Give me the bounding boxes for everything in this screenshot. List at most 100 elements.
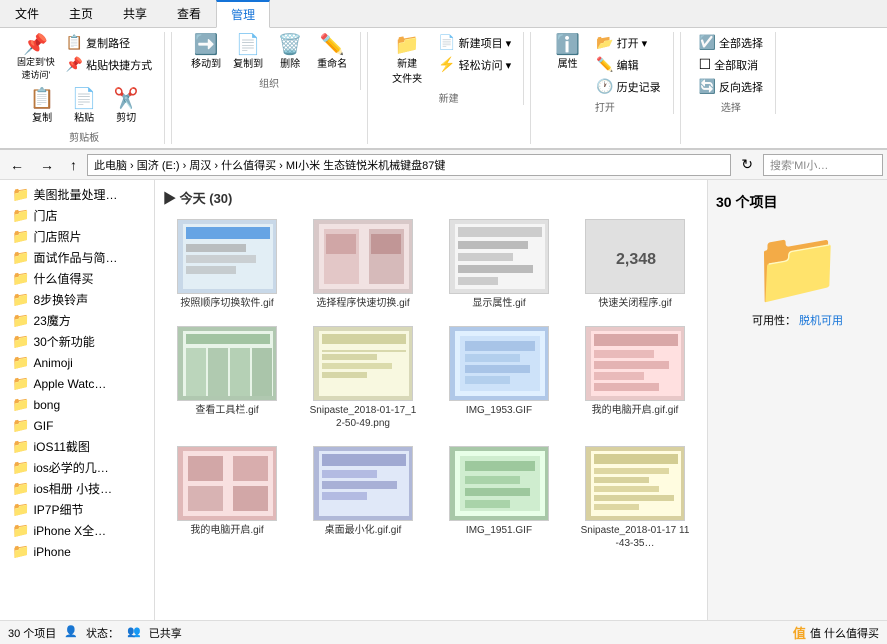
move-to-button[interactable]: ➡️ 移动到 [186,32,226,73]
sidebar-item-16[interactable]: 📁 iPhone X全… [0,520,154,541]
copy-button[interactable]: 📋 复制 [22,86,62,127]
thumb-svg-10 [450,446,548,521]
properties-button[interactable]: ℹ️ 属性 [545,32,590,73]
file-item-4[interactable]: 查看工具栏.gif [163,322,291,434]
search-box[interactable]: 搜索'MI小… [763,154,883,176]
open-label: 打开 ▾ [617,35,648,51]
sidebar-item-9[interactable]: 📁 Apple Watc… [0,373,154,394]
statusbar-state-icon: 👤 [64,625,78,641]
copy-to-button[interactable]: 📄 复制到 [228,32,268,73]
statusbar-share-label: 已共享 [149,625,182,641]
select-all-button[interactable]: ☑️ 全部选择 [695,32,767,53]
sidebar-item-2[interactable]: 📁 门店照片 [0,226,154,247]
folder-icon-12: 📁 [12,438,29,455]
file-name-5: Snipaste_2018-01-17_12-50-49.png [308,404,418,430]
file-item-10[interactable]: IMG_1951.GIF [435,442,563,554]
file-thumb-9 [313,446,413,521]
rename-button[interactable]: ✏️ 重命名 [312,32,352,73]
easy-access-button[interactable]: ⚡ 轻松访问 ▾ [434,54,515,75]
file-item-5[interactable]: Snipaste_2018-01-17_12-50-49.png [299,322,427,434]
new-folder-button[interactable]: 📁 新建文件夹 [382,32,432,88]
statusbar-left: 30 个项目 👤 状态： 👥 已共享 [8,625,182,641]
paste-button[interactable]: 📄 粘贴 [64,86,104,127]
sidebar-item-10[interactable]: 📁 bong [0,394,154,415]
file-item-0[interactable]: 按照顺序切换软件.gif [163,215,291,314]
delete-button[interactable]: 🗑️ 删除 [270,32,310,73]
sidebar-item-6[interactable]: 📁 23魔方 [0,310,154,331]
file-item-7[interactable]: 我的电脑开启.gif.gif [571,322,699,434]
sidebar-label-16: iPhone X全… [33,522,106,539]
thumb-svg-6 [450,326,548,401]
file-item-8[interactable]: 我的电脑开启.gif [163,442,291,554]
sidebar: 📁 美图批量处理… 📁 门店 📁 门店照片 📁 面试作品与简… 📁 什么值得买 … [0,180,155,620]
pin-icon: 📌 [23,35,48,55]
sidebar-item-1[interactable]: 📁 门店 [0,205,154,226]
tab-home[interactable]: 主页 [54,0,108,27]
thumb-svg-8 [178,446,276,521]
up-button[interactable]: ↑ [64,154,83,176]
invert-selection-button[interactable]: 🔄 反向选择 [695,76,767,97]
ribbon-group-open: ℹ️ 属性 📂 打开 ▾ ✏️ 编辑 🕐 历史记录 [537,32,673,114]
edit-button[interactable]: ✏️ 编辑 [592,54,664,75]
sidebar-item-7[interactable]: 📁 30个新功能 [0,331,154,352]
back-button[interactable]: ← [4,154,30,176]
rightpanel-count: 30 个项目 [716,192,879,212]
tab-manage[interactable]: 管理 [216,0,270,28]
sidebar-item-11[interactable]: 📁 GIF [0,415,154,436]
svg-text:2,348: 2,348 [616,251,656,268]
pin-button[interactable]: 📌 固定到'快速访问' [12,32,60,84]
file-item-6[interactable]: IMG_1953.GIF [435,322,563,434]
new-item-button[interactable]: 📄 新建项目 ▾ [434,32,515,53]
file-name-3: 快速关闭程序.gif [598,297,671,310]
open-button[interactable]: 📂 打开 ▾ [592,32,664,53]
select-all-label: 全部选择 [719,35,763,51]
tab-view[interactable]: 查看 [162,0,216,27]
tab-share[interactable]: 共享 [108,0,162,27]
paste-label: 粘贴 [74,109,94,124]
file-item-3[interactable]: 2,348 快速关闭程序.gif [571,215,699,314]
forward-button[interactable]: → [34,154,60,176]
divider-1 [171,32,172,144]
sidebar-item-15[interactable]: 📁 IP7P细节 [0,499,154,520]
tab-file[interactable]: 文件 [0,0,54,27]
deselect-all-label: 全部取消 [714,57,758,73]
sidebar-item-5[interactable]: 📁 8步换铃声 [0,289,154,310]
sidebar-item-4[interactable]: 📁 什么值得买 [0,268,154,289]
cut-button[interactable]: ✂️ 剪切 [106,86,146,127]
history-button[interactable]: 🕐 历史记录 [592,76,664,97]
sidebar-item-0[interactable]: 📁 美图批量处理… [0,184,154,205]
sidebar-item-3[interactable]: 📁 面试作品与简… [0,247,154,268]
refresh-button[interactable]: ↻ [735,153,759,176]
open-icon: 📂 [596,34,613,51]
sidebar-item-8[interactable]: 📁 Animoji [0,352,154,373]
easy-access-icon: ⚡ [438,56,455,73]
folder-icon-0: 📁 [12,186,29,203]
new-folder-label: 新建文件夹 [392,55,422,85]
sidebar-label-0: 美图批量处理… [33,186,117,203]
paste-shortcut-button[interactable]: 📌 粘贴快捷方式 [62,54,156,75]
file-grid: 按照顺序切换软件.gif 选择程序快速切换.gif [163,215,699,554]
sidebar-item-12[interactable]: 📁 iOS11截图 [0,436,154,457]
move-to-icon: ➡️ [194,35,219,55]
history-label: 历史记录 [617,79,661,95]
sidebar-item-17[interactable]: 📁 iPhone [0,541,154,562]
file-item-1[interactable]: 选择程序快速切换.gif [299,215,427,314]
file-thumb-6 [449,326,549,401]
folder-icon-15: 📁 [12,501,29,518]
file-thumb-4 [177,326,277,401]
sidebar-item-13[interactable]: 📁 ios必学的几… [0,457,154,478]
file-thumb-0 [177,219,277,294]
thumb-svg-2 [450,219,548,294]
deselect-all-button[interactable]: ☐ 全部取消 [695,54,767,75]
file-item-9[interactable]: 桌面最小化.gif.gif [299,442,427,554]
address-path[interactable]: 此电脑 › 国济 (E:) › 周汉 › 什么值得买 › MI小米 生态链悦米机… [87,154,731,176]
clipboard-label: 剪贴板 [69,129,99,144]
file-item-11[interactable]: Snipaste_2018-01-17 11-43-35… [571,442,699,554]
cut-label: 剪切 [116,109,136,124]
availability-value[interactable]: 脱机可用 [799,315,843,327]
sidebar-item-14[interactable]: 📁 ios相册 小技… [0,478,154,499]
copy-path-button[interactable]: 📋 复制路径 [62,32,156,53]
file-item-2[interactable]: 显示属性.gif [435,215,563,314]
thumb-svg-3: 2,348 [586,219,684,294]
delete-label: 删除 [280,55,300,70]
